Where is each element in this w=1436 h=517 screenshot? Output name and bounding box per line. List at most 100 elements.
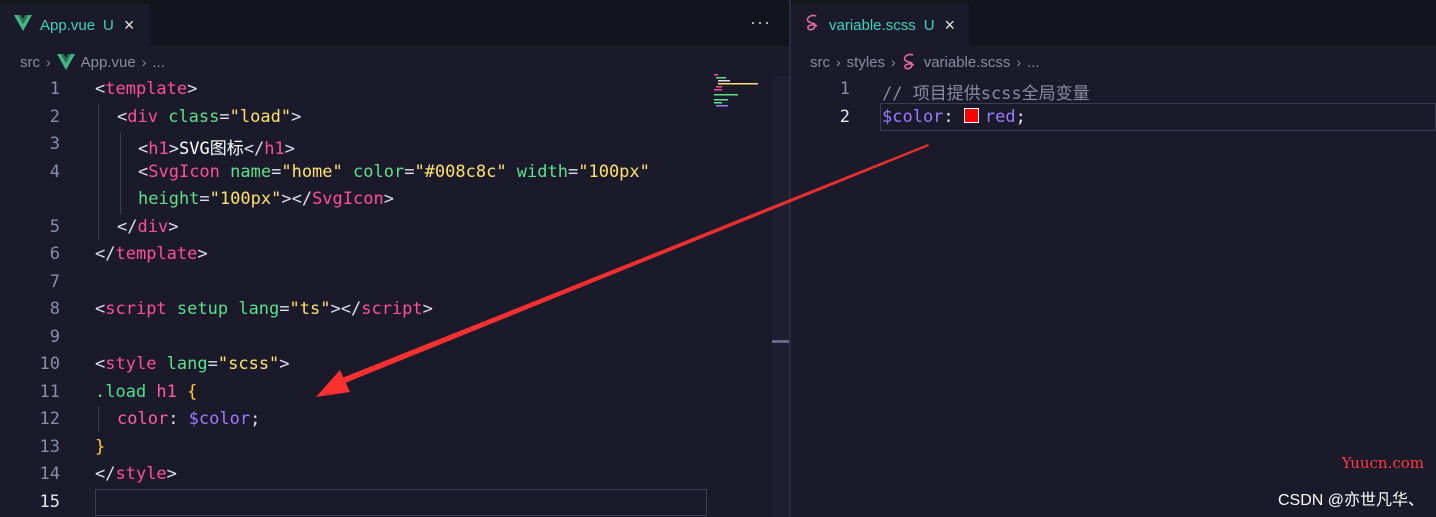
token: { xyxy=(176,382,198,402)
sass-icon xyxy=(902,53,918,71)
token: "ts" xyxy=(289,299,331,319)
line-number: 1 xyxy=(839,79,850,99)
token: </ xyxy=(95,464,116,484)
code-line-4: <SvgIcon name="home" color="#008c8c" wid… xyxy=(138,162,650,182)
token: setup xyxy=(166,299,229,319)
right-editor-pane: variable.scss U × src › styles › variabl… xyxy=(791,0,1436,517)
token: style xyxy=(105,354,157,374)
token: < xyxy=(138,162,149,182)
chevron-right-icon: › xyxy=(141,54,147,70)
token: > xyxy=(291,107,302,127)
token: : xyxy=(943,107,964,127)
token: = xyxy=(279,299,290,319)
token: = xyxy=(271,162,282,182)
breadcrumb-file[interactable]: variable.scss xyxy=(924,54,1011,71)
line-number: 6 xyxy=(49,244,60,264)
token: > xyxy=(168,139,179,159)
token: > xyxy=(168,217,179,237)
scrollbar-thumb[interactable] xyxy=(772,340,789,343)
token: > xyxy=(279,354,290,374)
line-number: 9 xyxy=(49,327,60,347)
vertical-scrollbar[interactable] xyxy=(772,76,789,517)
vue-logo-icon xyxy=(56,54,75,70)
token: h1 xyxy=(264,139,285,159)
breadcrumb-subfolder[interactable]: styles xyxy=(847,54,885,71)
token: </ xyxy=(243,139,265,159)
token: = xyxy=(404,162,415,182)
token: h1 xyxy=(146,382,177,402)
line-number: 3 xyxy=(49,134,60,154)
indent-guide xyxy=(98,104,99,240)
token: SvgIcon xyxy=(312,189,384,209)
token: < xyxy=(95,299,106,319)
color-swatch[interactable] xyxy=(963,108,979,123)
token: h1 xyxy=(148,139,169,159)
breadcrumb-symbols[interactable]: ... xyxy=(152,54,165,71)
token: "scss" xyxy=(217,354,280,374)
token: </ xyxy=(340,299,362,319)
token: .load xyxy=(95,382,147,402)
close-icon[interactable]: × xyxy=(124,15,135,36)
token: SvgIcon xyxy=(148,162,220,182)
code-line-10: <style lang="scss"> xyxy=(95,354,290,374)
token: < xyxy=(95,354,106,374)
token: > xyxy=(383,189,394,209)
token: </ xyxy=(95,244,116,264)
breadcrumb-folder[interactable]: src xyxy=(20,54,40,71)
breadcrumb: src › styles › variable.scss › ... xyxy=(810,50,1040,74)
token: "100px" xyxy=(578,162,650,182)
chevron-right-icon: › xyxy=(1016,54,1022,70)
code-line-8: <script setup lang="ts"></script> xyxy=(95,299,433,319)
token: div xyxy=(137,217,169,237)
line-number: 5 xyxy=(49,217,60,237)
token: lang xyxy=(228,299,280,319)
token: $color xyxy=(882,107,944,127)
token: "load" xyxy=(229,107,292,127)
token: script xyxy=(361,299,423,319)
author-watermark: CSDN @亦世凡华、 xyxy=(1277,492,1424,509)
line-number: 2 xyxy=(49,107,60,127)
token: ; xyxy=(1015,107,1026,127)
tab-filename: App.vue xyxy=(40,16,96,34)
chevron-right-icon: › xyxy=(46,54,51,70)
more-actions-icon[interactable]: ··· xyxy=(750,12,771,33)
token: > xyxy=(197,244,208,264)
token: </ xyxy=(117,217,138,237)
code-line-6: </template> xyxy=(95,244,208,264)
code-line-14: </style> xyxy=(95,464,177,484)
tab-untracked-badge: U xyxy=(923,16,935,34)
breadcrumb-symbols[interactable]: ... xyxy=(1027,54,1040,71)
line-number: 15 xyxy=(39,492,60,512)
line-number: 8 xyxy=(49,299,60,319)
close-icon[interactable]: × xyxy=(945,15,956,36)
token: "#008c8c" xyxy=(414,162,507,182)
code-line-1: <template> xyxy=(95,79,197,99)
token: = xyxy=(199,189,210,209)
current-line-highlight xyxy=(95,489,707,516)
token: = xyxy=(219,107,230,127)
token: style xyxy=(115,464,167,484)
minimap[interactable] xyxy=(714,74,770,108)
token: class xyxy=(157,107,220,127)
line-number: 2 xyxy=(839,107,850,127)
token: = xyxy=(567,162,579,182)
tab-variable-scss[interactable]: variable.scss U × xyxy=(791,4,969,46)
tab-app-vue[interactable]: App.vue U × xyxy=(0,4,150,46)
line-number: 13 xyxy=(39,437,60,457)
indent-guide xyxy=(98,406,99,432)
breadcrumb: src › App.vue › ... xyxy=(20,50,165,74)
code-line-13: } xyxy=(95,437,105,457)
site-watermark: Yuucn.com xyxy=(1341,454,1424,472)
token: = xyxy=(207,354,218,374)
code-line-3: <h1>SVG图标</h1> xyxy=(138,134,295,159)
right-tab-bar: variable.scss U × xyxy=(791,0,1436,46)
token: > xyxy=(166,464,177,484)
token: > xyxy=(281,189,292,209)
breadcrumb-folder[interactable]: src xyxy=(810,54,830,71)
code-line-11: .load h1 { xyxy=(95,382,197,402)
token: $color xyxy=(188,409,251,429)
breadcrumb-file[interactable]: App.vue xyxy=(81,54,136,71)
token: name xyxy=(219,162,272,182)
token: } xyxy=(95,437,106,457)
indent-guide xyxy=(120,132,121,214)
